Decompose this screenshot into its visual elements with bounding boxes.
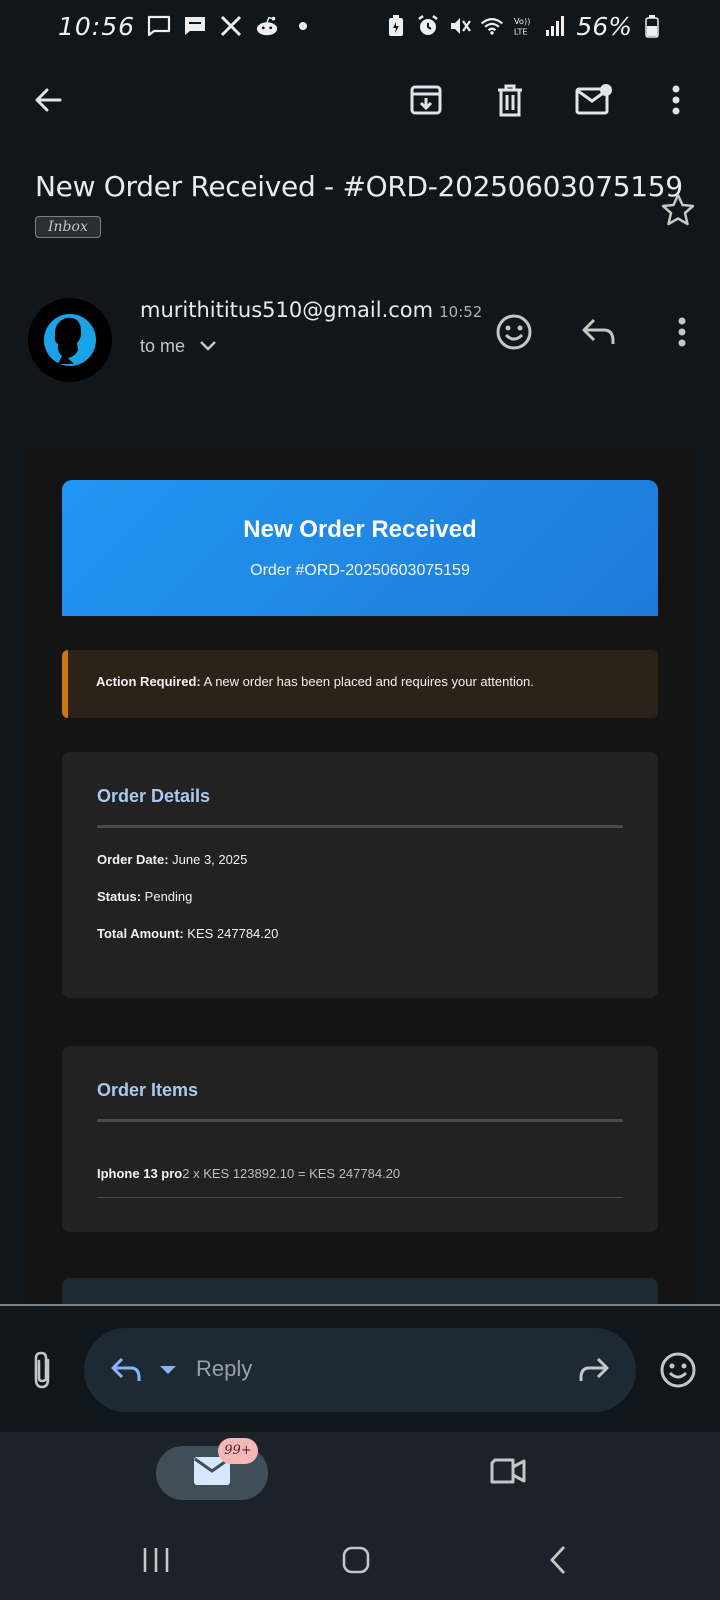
alarm-icon <box>416 14 440 38</box>
battery-saver-icon <box>384 14 408 38</box>
recent-apps-icon[interactable] <box>126 1534 186 1586</box>
reply-compose-field[interactable]: Reply <box>84 1328 636 1412</box>
divider <box>97 1119 623 1122</box>
divider <box>97 1197 623 1198</box>
order-header-banner: New Order Received Order #ORD-2025060307… <box>62 480 658 616</box>
list-item: Iphone 13 pro2 x KES 123892.10 = KES 247… <box>97 1166 401 1181</box>
wifi-icon <box>480 14 504 38</box>
status-bar: 10:56 Vo)) LTE 56% <box>0 0 720 52</box>
chevron-down-icon <box>199 336 217 357</box>
dot-icon <box>291 14 315 38</box>
avatar[interactable] <box>28 298 112 382</box>
status-time: 10:56 <box>58 11 136 41</box>
app-bar <box>0 64 720 136</box>
alert-text: A new order has been placed and requires… <box>200 674 534 689</box>
total-amount-row: Total Amount: KES 247784.20 <box>97 926 279 941</box>
reddit-icon <box>255 14 279 38</box>
meet-tab[interactable] <box>478 1446 538 1500</box>
action-required-alert: Action Required: A new order has been pl… <box>62 650 658 718</box>
system-back-icon[interactable] <box>528 1534 588 1586</box>
home-icon[interactable] <box>326 1534 386 1586</box>
video-camera-icon <box>489 1457 527 1490</box>
battery-percent: 56% <box>576 11 632 41</box>
emoji-reaction-icon[interactable] <box>490 308 538 356</box>
mute-icon <box>448 14 472 38</box>
reply-bar: Reply <box>0 1306 720 1432</box>
dropdown-arrow-icon[interactable] <box>156 1358 180 1382</box>
chat-icon <box>183 14 207 38</box>
reply-placeholder[interactable]: Reply <box>196 1356 252 1382</box>
more-vert-icon[interactable] <box>652 76 700 124</box>
email-subject: New Order Received - #ORD-20250603075159 <box>35 170 683 203</box>
order-items-panel: Order Items Iphone 13 pro2 x KES 123892.… <box>62 1046 658 1232</box>
forward-icon[interactable] <box>570 1346 618 1394</box>
reply-icon[interactable] <box>574 308 622 356</box>
order-details-panel: Order Details Order Date: June 3, 2025 S… <box>62 752 658 998</box>
unread-count-badge: 99+ <box>218 1438 258 1464</box>
x-icon <box>219 14 243 38</box>
alert-strong: Action Required: <box>96 674 201 689</box>
sender-line: murithititus510@gmail.com 10:52 <box>140 298 482 322</box>
message-more-icon[interactable] <box>658 308 706 356</box>
divider <box>97 825 623 828</box>
delete-icon[interactable] <box>486 76 534 124</box>
received-time: 10:52 <box>439 303 483 321</box>
recipient-label: to me <box>140 336 186 356</box>
recipient-toggle[interactable]: to me <box>140 336 217 357</box>
order-items-title: Order Items <box>97 1080 199 1100</box>
star-icon[interactable] <box>654 186 702 234</box>
inbox-label-chip[interactable]: Inbox <box>35 216 101 238</box>
mail-tab[interactable]: 99+ <box>156 1438 268 1500</box>
mark-unread-icon[interactable] <box>570 76 618 124</box>
battery-icon <box>640 14 664 38</box>
message-icon <box>147 14 171 38</box>
attach-icon[interactable] <box>18 1346 66 1394</box>
banner-order-number: Order #ORD-20250603075159 <box>250 562 470 579</box>
svg-text:Vo)): Vo)) <box>514 16 531 26</box>
emoji-icon[interactable] <box>654 1346 702 1394</box>
system-nav-bar <box>0 1520 720 1600</box>
reply-mode-icon[interactable] <box>102 1346 150 1394</box>
signal-icon <box>544 14 568 38</box>
volte-icon: Vo)) LTE <box>512 14 536 38</box>
svg-text:LTE: LTE <box>514 26 528 36</box>
next-panel-peek <box>62 1278 658 1306</box>
order-details-title: Order Details <box>97 786 211 806</box>
sender-email: murithititus510@gmail.com <box>140 298 434 322</box>
bottom-nav: 99+ <box>0 1432 720 1520</box>
order-date-row: Order Date: June 3, 2025 <box>97 852 248 867</box>
status-row: Status: Pending <box>97 889 193 904</box>
banner-title: New Order Received <box>243 516 477 543</box>
back-arrow-icon[interactable] <box>24 76 72 124</box>
email-body: New Order Received Order #ORD-2025060307… <box>26 446 694 1306</box>
archive-icon[interactable] <box>402 76 450 124</box>
